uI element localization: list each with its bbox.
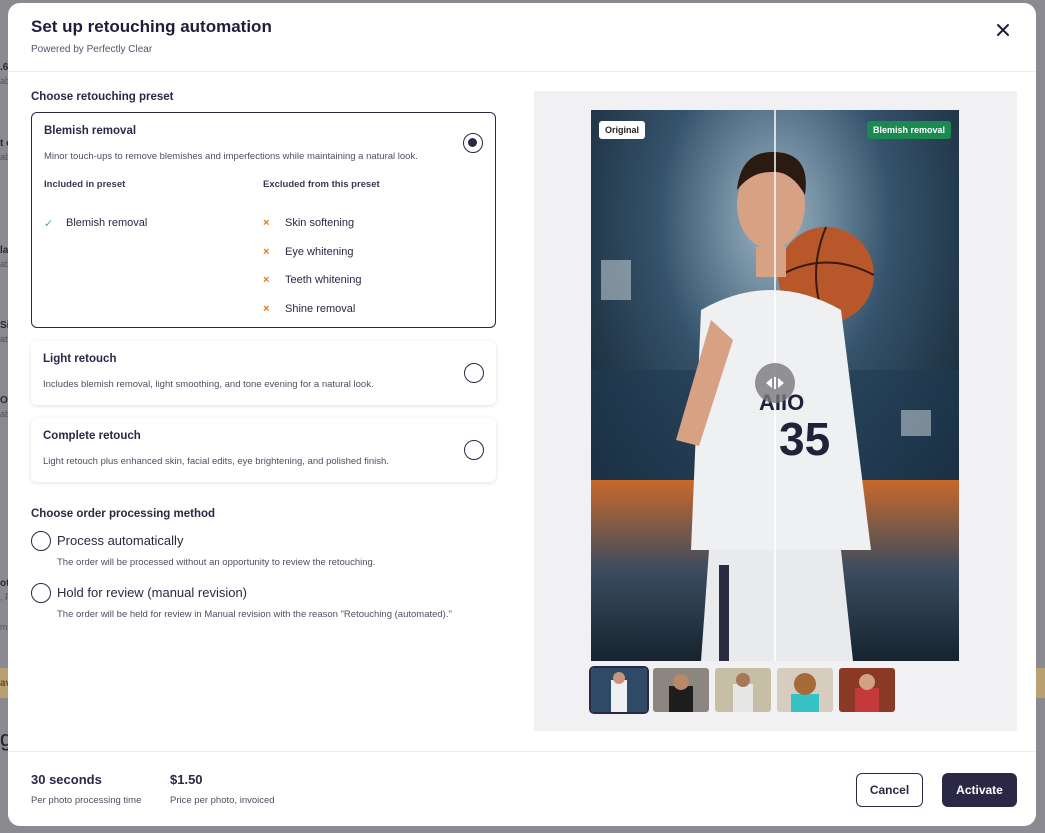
after-badge: Blemish removal xyxy=(866,121,951,139)
included-heading: Included in preset xyxy=(44,179,126,190)
check-icon: ✓ xyxy=(44,217,54,230)
preset-card-complete-retouch[interactable]: Complete retouch Light retouch plus enha… xyxy=(31,418,496,482)
preset-radio-blemish-removal[interactable] xyxy=(463,133,483,153)
modal-subtitle: Powered by Perfectly Clear xyxy=(31,44,153,55)
excluded-item: × Shine removal xyxy=(263,295,482,324)
modal-header: Set up retouching automation Powered by … xyxy=(8,3,1036,72)
cancel-button[interactable]: Cancel xyxy=(856,773,923,807)
thumbnail[interactable] xyxy=(589,666,649,714)
preset-radio-light-retouch[interactable] xyxy=(464,363,484,383)
excluded-item-label: Eye whitening xyxy=(285,245,354,258)
price-label: Price per photo, invoiced xyxy=(170,795,275,806)
preset-title: Complete retouch xyxy=(43,430,141,442)
modal-footer: 30 seconds Per photo processing time $1.… xyxy=(8,751,1036,826)
thumbnail[interactable] xyxy=(715,668,771,712)
preset-title: Light retouch xyxy=(43,353,117,365)
excluded-item: × Teeth whitening xyxy=(263,266,482,295)
excluded-item: × Eye whitening xyxy=(263,238,482,267)
method-radio-hold-for-review[interactable] xyxy=(31,583,51,603)
thumbnail[interactable] xyxy=(653,668,709,712)
thumbnail[interactable] xyxy=(777,668,833,712)
excluded-item-label: Shine removal xyxy=(285,302,356,315)
cross-icon: × xyxy=(263,274,270,287)
before-after-preview[interactable]: 35 AIIO Original Blemish removal xyxy=(591,110,959,661)
processing-time-label: Per photo processing time xyxy=(31,795,142,806)
close-icon xyxy=(997,24,1009,36)
retouching-automation-modal: Set up retouching automation Powered by … xyxy=(8,3,1036,826)
cross-icon: × xyxy=(263,302,270,315)
method-description: The order will be processed without an o… xyxy=(57,557,376,568)
excluded-item: × Skin softening xyxy=(263,209,482,238)
processing-heading: Choose order processing method xyxy=(31,508,216,520)
preview-panel: 35 AIIO Original Blemish removal xyxy=(534,91,1017,731)
excluded-heading: Excluded from this preset xyxy=(263,179,380,190)
preset-description: Includes blemish removal, light smoothin… xyxy=(43,379,374,390)
processing-time-stat: 30 seconds Per photo processing time xyxy=(31,772,141,806)
method-option-automatic[interactable]: Process automatically The order will be … xyxy=(31,531,496,568)
arrows-horizontal-icon xyxy=(766,377,784,389)
excluded-list: Excluded from this preset × Skin softenin… xyxy=(263,179,482,323)
modal-title: Set up retouching automation xyxy=(31,17,272,36)
settings-panel: Choose retouching preset Blemish removal… xyxy=(31,91,496,620)
preset-card-light-retouch[interactable]: Light retouch Includes blemish removal, … xyxy=(31,341,496,405)
original-badge: Original xyxy=(599,121,646,139)
preset-card-blemish-removal[interactable]: Blemish removal Minor touch-ups to remov… xyxy=(31,112,496,328)
compare-slider-handle[interactable] xyxy=(755,363,795,403)
svg-text:35: 35 xyxy=(779,413,830,465)
method-option-hold-for-review[interactable]: Hold for review (manual revision) The or… xyxy=(31,583,496,620)
excluded-item-label: Skin softening xyxy=(285,217,355,230)
activate-button[interactable]: Activate xyxy=(942,773,1017,807)
included-item-label: Blemish removal xyxy=(66,217,148,230)
preset-title: Blemish removal xyxy=(44,125,137,137)
method-label: Hold for review (manual revision) xyxy=(57,585,248,600)
method-label: Process automatically xyxy=(57,533,184,548)
thumbnail-strip xyxy=(589,666,895,714)
excluded-item-label: Teeth whitening xyxy=(285,274,362,287)
method-description: The order will be held for review in Man… xyxy=(57,609,452,620)
preset-radio-complete-retouch[interactable] xyxy=(464,440,484,460)
method-radio-automatic[interactable] xyxy=(31,531,51,551)
preset-description: Light retouch plus enhanced skin, facial… xyxy=(43,456,389,467)
included-item: ✓ Blemish removal xyxy=(44,209,263,238)
price-stat: $1.50 Price per photo, invoiced xyxy=(170,772,275,806)
preset-heading: Choose retouching preset xyxy=(31,91,174,103)
thumbnail[interactable] xyxy=(839,668,895,712)
included-list: Included in preset ✓ Blemish removal xyxy=(44,179,263,323)
processing-time-value: 30 seconds xyxy=(31,772,102,787)
preset-description: Minor touch-ups to remove blemishes and … xyxy=(44,151,418,162)
close-button[interactable] xyxy=(992,19,1014,41)
cross-icon: × xyxy=(263,245,270,258)
price-value: $1.50 xyxy=(170,772,203,787)
cross-icon: × xyxy=(263,217,270,230)
